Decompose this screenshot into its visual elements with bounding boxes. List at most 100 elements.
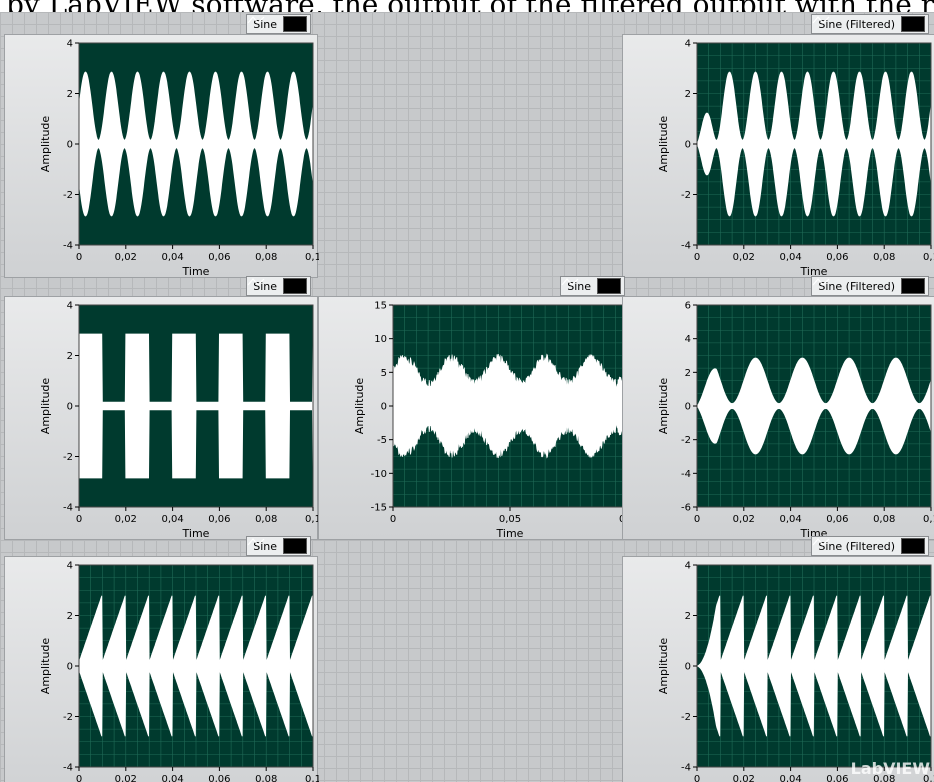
y-tick-label: 4 [685,561,691,572]
x-tick-label: 0,04 [779,252,801,263]
x-tick-label: 0,08 [255,774,277,782]
y-tick-label: -6 [681,503,691,514]
y-tick-label: -2 [681,435,691,446]
plot-legend[interactable]: Sine (Filtered) [811,536,929,556]
x-tick-label: 0 [694,514,700,525]
y-tick-label: 0 [67,662,73,673]
x-tick-label: 0,04 [161,514,183,525]
plot-line-icon[interactable] [247,16,307,32]
y-tick-label: -2 [681,712,691,723]
x-tick-label: 0,06 [826,252,848,263]
y-tick-label: 4 [67,561,73,572]
y-tick-label: 5 [381,368,387,379]
plot-legend[interactable]: Sine [560,276,625,296]
x-tick-label: 0,02 [733,514,755,525]
y-tick-label: -15 [371,503,387,514]
y-tick-label: -2 [681,190,691,201]
x-tick-label: 0 [76,514,82,525]
x-tick-label: 0,08 [873,514,895,525]
plot-line-icon[interactable] [812,538,925,554]
waveform-graph-bottom-left[interactable]: 420-2-400,020,040,060,080,1TimeAmplitude… [4,536,319,782]
labview-watermark: LabVIEW [850,759,930,778]
plot-legend[interactable]: Sine (Filtered) [811,276,929,296]
x-tick-label: 0,1 [923,252,934,263]
y-axis-label: Amplitude [353,378,366,435]
x-tick-label: 0,08 [873,252,895,263]
y-tick-label: 4 [685,39,691,50]
x-tick-label: 0,02 [115,252,137,263]
x-tick-label: 0,04 [779,514,801,525]
x-tick-label: 0,02 [115,774,137,782]
chart-svg: 420-2-400,020,040,060,080,1TimeAmplitude [657,39,934,279]
x-axis-label: Time [496,527,524,540]
x-tick-label: 0,1 [923,514,934,525]
plot-legend[interactable]: Sine [246,536,311,556]
y-tick-label: 2 [685,611,691,622]
y-axis-label: Amplitude [657,378,670,435]
waveform-graph-mid-center[interactable]: 151050-5-10-1500,050,1TimeAmplitude Sine [318,276,633,541]
x-tick-label: 0 [390,514,396,525]
y-axis-label: Amplitude [39,638,52,695]
y-tick-label: 0 [67,402,73,413]
waveform-graph-top-right[interactable]: 420-2-400,020,040,060,080,1TimeAmplitude… [622,14,934,279]
front-panel: 4 2 0 -2 -4 0 0,02 0,04 0,06 0,08 0,1 Time Amplitude… [0,12,934,782]
plot-line-icon[interactable] [247,538,307,554]
y-tick-label: -4 [63,503,73,514]
x-tick-label: 0,02 [115,514,137,525]
y-tick-label: -5 [377,435,387,446]
x-tick-label: 0,1 [305,514,319,525]
y-tick-label: 2 [67,611,73,622]
y-axis-label: Amplitude [657,638,670,695]
y-tick-label: -4 [63,763,73,774]
chart-svg: 6420-2-4-600,020,040,060,080,1TimeAmplit… [657,301,934,541]
x-tick-label: 0,06 [826,774,848,782]
waveform-graph-mid-left[interactable]: 4 2 0 -2 -4 0 0,02 0,04 0,06 0,08 0,1 Time Amplitude… [4,276,319,540]
x-tick-label: 0,06 [208,514,230,525]
chart-svg: 420-2-400,020,040,060,080,1TimeAmplitude [657,561,934,782]
x-tick-label: 0,04 [779,774,801,782]
chart-svg: 151050-5-10-1500,050,1TimeAmplitude [353,301,633,541]
waveform-graph-top-left[interactable]: 4 2 0 -2 -4 0 0,02 0,04 0,06 0,08 0,1 Time Amplitude… [4,14,319,278]
plot-legend[interactable]: Sine [246,14,311,34]
plot-line-icon[interactable] [247,278,307,294]
y-tick-label: 2 [67,89,73,100]
x-axis-label: Time [182,527,210,540]
y-tick-label: 2 [67,351,73,362]
y-tick-label: 4 [685,334,691,345]
plot-legend[interactable]: Sine [246,276,311,296]
y-tick-label: 4 [67,301,73,312]
y-tick-label: 0 [685,402,691,413]
x-tick-label: 0 [694,774,700,782]
plot-legend[interactable]: Sine (Filtered) [811,14,929,34]
x-tick-label: 0,08 [255,252,277,263]
y-tick-label: -4 [681,241,691,252]
x-tick-label: 0,06 [826,514,848,525]
waveform-graph-mid-right[interactable]: 6420-2-4-600,020,040,060,080,1TimeAmplit… [622,276,934,541]
plot-line-icon[interactable] [561,278,621,294]
y-tick-label: 2 [685,89,691,100]
x-tick-label: 0,1 [305,252,319,263]
x-tick-label: 0 [76,252,82,263]
x-tick-label: 0 [76,774,82,782]
chart-svg: 420-2-400,020,040,060,080,1TimeAmplitude [39,561,319,782]
x-tick-label: 0,02 [733,774,755,782]
y-tick-label: -2 [63,452,73,463]
y-tick-label: -2 [63,190,73,201]
x-tick-label: 0,06 [208,774,230,782]
y-tick-label: -10 [371,469,387,480]
y-tick-label: 6 [685,301,691,312]
x-axis-label: Time [182,265,210,278]
y-tick-label: -2 [63,712,73,723]
plot-line-icon[interactable] [812,278,925,294]
y-tick-label: 0 [381,402,387,413]
y-tick-label: 15 [374,301,387,312]
y-tick-label: -4 [681,763,691,774]
waveform-graph-bottom-right[interactable]: 420-2-400,020,040,060,080,1TimeAmplitude… [622,536,934,782]
y-axis-label: Amplitude [657,116,670,173]
y-tick-label: 10 [374,334,387,345]
x-tick-label: 0,05 [499,514,521,525]
y-tick-label: -4 [681,469,691,480]
plot-line-icon[interactable] [812,16,925,32]
x-tick-label: 0,08 [255,514,277,525]
y-tick-label: 0 [685,662,691,673]
